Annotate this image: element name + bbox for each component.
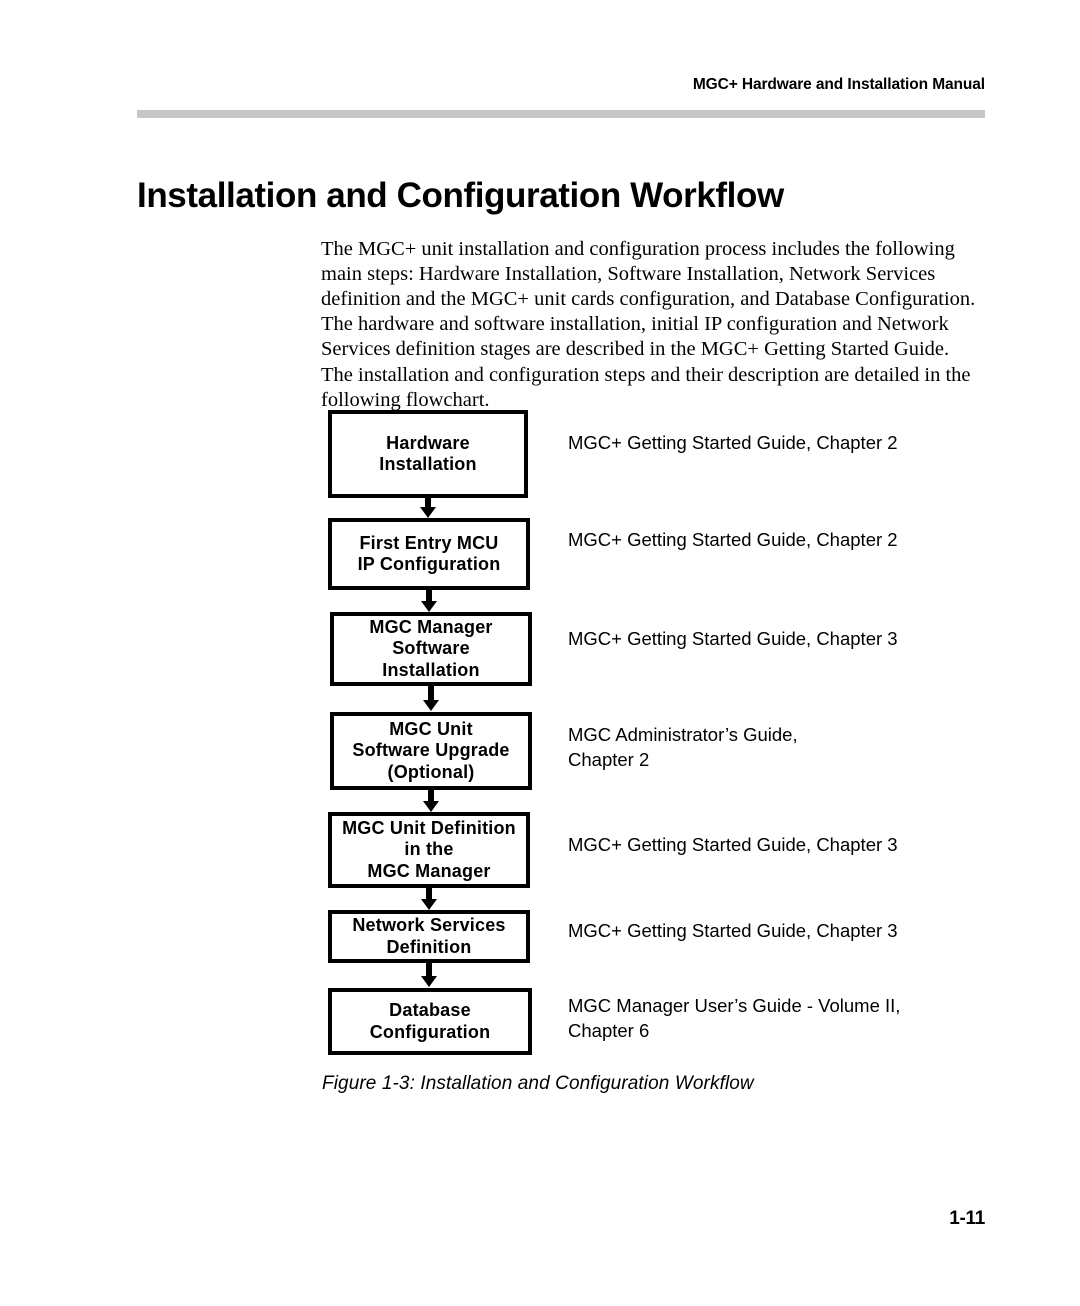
flow-box-label: Network Services Definition (352, 915, 506, 957)
flow-box-database-configuration[interactable]: Database Configuration (328, 988, 532, 1055)
figure-caption: Figure 1-3: Installation and Configurati… (322, 1073, 754, 1094)
page-title: Installation and Configuration Workflow (137, 176, 784, 216)
annotation-network-services-definition: MGC+ Getting Started Guide, Chapter 3 (568, 920, 898, 941)
annotation-mgc-unit-definition: MGC+ Getting Started Guide, Chapter 3 (568, 834, 898, 855)
page-number: 1-11 (949, 1208, 985, 1229)
annotation-first-entry-mcu: MGC+ Getting Started Guide, Chapter 2 (568, 529, 898, 550)
intro-paragraph: The MGC+ unit installation and configura… (321, 237, 976, 411)
flow-box-mgc-manager-software-installation[interactable]: MGC Manager Software Installation (330, 612, 532, 686)
flow-box-label: MGC Unit Software Upgrade (Optional) (352, 718, 510, 782)
flow-box-hardware-installation[interactable]: Hardware Installation (328, 410, 528, 498)
flow-box-label: Database Configuration (369, 1000, 491, 1042)
flow-box-mgc-unit-definition[interactable]: MGC Unit Definition in the MGC Manager (328, 812, 530, 888)
annotation-mgc-unit-software-upgrade: MGC Administrator’s Guide, Chapter 2 (568, 724, 798, 770)
flow-box-label: MGC Manager Software Installation (369, 616, 493, 680)
flow-box-label: First Entry MCU IP Configuration (357, 532, 501, 575)
flow-box-label: Hardware Installation (379, 432, 477, 475)
flow-box-network-services-definition[interactable]: Network Services Definition (328, 910, 530, 963)
running-header: MGC+ Hardware and Installation Manual (692, 76, 985, 93)
flow-box-first-entry-mcu-ip-configuration[interactable]: First Entry MCU IP Configuration (328, 518, 530, 590)
annotation-mgc-manager-software-installation: MGC+ Getting Started Guide, Chapter 3 (568, 628, 898, 649)
flow-box-mgc-unit-software-upgrade[interactable]: MGC Unit Software Upgrade (Optional) (330, 712, 532, 790)
annotation-hardware-installation: MGC+ Getting Started Guide, Chapter 2 (568, 432, 898, 453)
flow-box-label: MGC Unit Definition in the MGC Manager (342, 817, 516, 881)
annotation-database-configuration: MGC Manager User’s Guide - Volume II, Ch… (568, 995, 901, 1041)
header-divider-rule (137, 110, 985, 118)
